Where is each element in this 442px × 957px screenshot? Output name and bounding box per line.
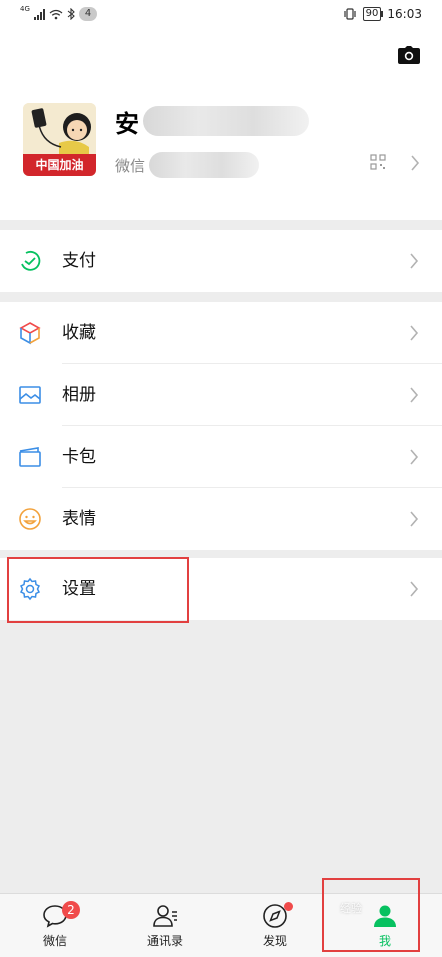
wifi-icon <box>49 9 63 19</box>
menu-item-stickers-label: 表情 <box>62 509 96 529</box>
album-icon <box>19 386 41 404</box>
wechat-id-blurred <box>149 152 260 178</box>
network-type: 4G <box>20 5 30 13</box>
chevron-right-icon[interactable] <box>410 154 420 172</box>
battery-icon: 90 <box>362 7 384 21</box>
pay-icon <box>21 250 41 271</box>
status-bar-right: 90 16:03 <box>343 7 422 21</box>
menu-item-cards[interactable]: 卡包 <box>0 426 442 488</box>
tab-contacts-label: 通讯录 <box>146 934 183 948</box>
chevron-right-icon <box>410 387 419 403</box>
menu-item-favorites-label: 收藏 <box>62 323 96 343</box>
card-wallet-icon <box>19 447 41 467</box>
profile-header[interactable]: 中国加油 安 微信 <box>0 30 442 220</box>
chevron-right-icon <box>410 511 419 527</box>
chevron-right-icon <box>410 581 419 597</box>
sticker-smile-icon <box>19 508 41 530</box>
section-pay: 支付 <box>0 230 442 292</box>
notification-count-badge: 4 <box>78 7 98 21</box>
bluetooth-icon <box>67 8 75 20</box>
avatar-banner: 中国加油 <box>23 154 96 176</box>
menu-item-stickers[interactable]: 表情 <box>0 488 442 550</box>
section-collections: 收藏 相册 卡包 表情 <box>0 302 442 550</box>
tab-contacts[interactable]: 通讯录 <box>110 894 220 957</box>
vibrate-icon <box>344 8 356 20</box>
status-time: 16:03 <box>387 7 422 21</box>
camera-icon[interactable] <box>398 46 420 64</box>
menu-item-pay[interactable]: 支付 <box>0 230 442 292</box>
status-bar: 4G 4 90 16:03 <box>0 0 442 30</box>
discover-new-dot <box>284 902 293 911</box>
menu-item-favorites[interactable]: 收藏 <box>0 302 442 364</box>
tab-discover[interactable]: 发现 <box>220 894 330 957</box>
settings-highlight-box <box>7 557 189 623</box>
signal-icon <box>33 8 45 20</box>
favorites-cube-icon <box>19 322 41 345</box>
me-tab-highlight-box <box>322 878 420 952</box>
wechat-id-label: 微信 <box>115 156 146 175</box>
contacts-icon <box>153 905 177 927</box>
tab-discover-label: 发现 <box>262 934 287 948</box>
menu-item-album[interactable]: 相册 <box>0 364 442 426</box>
menu-item-album-label: 相册 <box>62 385 96 405</box>
profile-name-char: 安 <box>115 109 139 138</box>
chevron-right-icon <box>410 253 419 269</box>
name-blurred <box>143 106 309 136</box>
menu-item-pay-label: 支付 <box>62 251 96 271</box>
wechat-id: 微信 <box>115 152 260 178</box>
chevron-right-icon <box>410 449 419 465</box>
status-bar-left: 4G 4 <box>20 5 98 21</box>
profile-name: 安 <box>115 106 309 138</box>
avatar[interactable]: 中国加油 <box>23 103 96 176</box>
chevron-right-icon <box>410 325 419 341</box>
menu-item-cards-label: 卡包 <box>62 447 96 467</box>
qr-code-icon[interactable] <box>370 154 386 170</box>
tab-chats[interactable]: 2 微信 <box>0 894 110 957</box>
unread-badge: 2 <box>62 901 80 919</box>
tab-chats-label: 微信 <box>42 934 67 948</box>
